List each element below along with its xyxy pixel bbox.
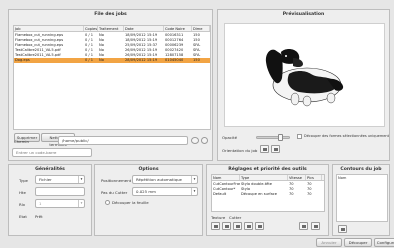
- options-title: Options: [138, 167, 159, 172]
- step-value: 0.025 mm: [136, 189, 156, 194]
- col-dim[interactable]: Dime: [192, 26, 210, 31]
- cut-sheet-label: Découper la feuille: [112, 200, 149, 205]
- tool-up-icon[interactable]: [299, 222, 308, 230]
- contour-toggle-icon[interactable]: [338, 225, 347, 233]
- tools-table: Nom Type Vitesse Pics CutContourFrameSty…: [211, 174, 325, 212]
- refresh-icon[interactable]: [201, 137, 208, 144]
- tools-panel: Réglages et priorité des outils Nom Type…: [206, 164, 329, 236]
- tool-cell: 70: [289, 192, 294, 196]
- contours-col-name[interactable]: Nom: [338, 176, 346, 180]
- tool-cell: 70: [307, 192, 312, 196]
- tool-pen-icon[interactable]: [211, 222, 220, 230]
- path-field[interactable]: /home/public/: [58, 136, 188, 145]
- opacity-label: Opacité: [222, 135, 238, 140]
- rows-label: Rlx: [19, 202, 26, 207]
- shapes-only-label: Découper des formes sélectionnées unique…: [304, 134, 389, 138]
- height-label: Hte: [19, 190, 26, 195]
- job-cell: Dog.eps: [15, 58, 30, 62]
- job-table-body: Flamebox_cut_running.eps 0 / 1 No 18/09/201…: [14, 33, 210, 128]
- state-value: Prêt: [35, 214, 43, 219]
- job-cell: 28/09/2012 15:19: [125, 58, 158, 62]
- chevron-down-icon: ▾: [78, 200, 84, 207]
- tool-drill-icon[interactable]: [255, 222, 264, 230]
- dog-image: [265, 49, 344, 107]
- browse-icon[interactable]: [191, 137, 199, 144]
- chevron-down-icon: ▾: [191, 176, 197, 183]
- general-panel: Généralités Type Fichier ▾ Hte Rlx 1 ▾ E…: [8, 164, 92, 236]
- tools-col-speed[interactable]: Vitesse: [288, 175, 306, 180]
- job-cell: No: [99, 58, 104, 62]
- cut-sheet-checkbox[interactable]: [105, 200, 110, 205]
- type-label: Type: [19, 178, 28, 183]
- height-field[interactable]: [35, 187, 85, 196]
- tool-cell: Default: [213, 192, 227, 196]
- shapes-checkbox[interactable]: [297, 134, 302, 139]
- col-processing[interactable]: Traitement: [98, 26, 124, 31]
- job-cell: 0 / 1: [85, 58, 94, 62]
- state-label: Etat: [19, 214, 27, 219]
- preview-panel: Prévisualisation Opacité Découper des fo…: [217, 9, 390, 161]
- texture-label: Texture: [211, 215, 226, 220]
- tool-crease-icon[interactable]: [233, 222, 242, 230]
- tools-table-body: CutContourFrameStylo double-tête7070CutC…: [212, 182, 324, 207]
- cut-button[interactable]: Découper: [344, 238, 372, 247]
- contours-panel: Contours du job Nom: [332, 164, 390, 236]
- configure-button[interactable]: Configurer: [374, 238, 394, 247]
- positioning-select[interactable]: Répétition automatique ▾: [132, 175, 198, 184]
- contours-list[interactable]: Nom: [336, 174, 388, 222]
- tool-row[interactable]: Default Découpe en surface 70 70: [212, 192, 324, 197]
- tools-col-pics[interactable]: Pics: [306, 175, 322, 180]
- opacity-slider[interactable]: [256, 136, 290, 139]
- tool-down-icon[interactable]: [311, 222, 320, 230]
- chevron-down-icon: ▾: [78, 176, 84, 183]
- tools-title: Réglages et priorité des outils: [228, 167, 307, 172]
- job-cell: 150: [193, 58, 200, 62]
- rows-select[interactable]: 1 ▾: [35, 199, 85, 208]
- step-select[interactable]: 0.025 mm ▾: [132, 187, 198, 196]
- job-queue-title: File des jobs: [94, 12, 127, 17]
- rows-value: 1: [39, 201, 42, 206]
- barcode-input[interactable]: Entrer un code-barre: [12, 148, 92, 157]
- cutter-label: Cutter: [229, 215, 242, 220]
- job-row[interactable]: Dog.eps 0 / 1 No 28/09/2012 15:19 01045040 15…: [14, 58, 210, 63]
- type-value: Fichier: [39, 177, 52, 182]
- type-select[interactable]: Fichier ▾: [35, 175, 85, 184]
- general-title: Généralités: [35, 167, 65, 172]
- tools-col-name[interactable]: Nom: [212, 175, 240, 180]
- path-label: Chemin: [14, 139, 29, 144]
- tools-col-type[interactable]: Type: [240, 175, 288, 180]
- contours-title: Contours du job: [340, 167, 382, 172]
- orientation-label: Orientation du job: [222, 148, 258, 153]
- cancel-button[interactable]: Annuler: [316, 238, 342, 247]
- job-cell: 01045040: [165, 58, 184, 62]
- tools-table-header: Nom Type Vitesse Pics: [212, 175, 324, 181]
- tool-cell: Découpe en surface: [241, 192, 277, 196]
- positioning-value: Répétition automatique: [136, 177, 182, 182]
- job-table-header: Job Copies Traitement Date Code Noire Di…: [14, 26, 210, 32]
- preview-title: Prévisualisation: [282, 12, 325, 17]
- col-copies[interactable]: Copies: [84, 26, 98, 31]
- col-date[interactable]: Date: [124, 26, 164, 31]
- chevron-down-icon: ▾: [191, 188, 197, 195]
- step-label: Pas du Cutter: [101, 190, 128, 195]
- positioning-label: Positionnement: [101, 178, 132, 183]
- orientation-icon[interactable]: [260, 145, 269, 153]
- col-code[interactable]: Code Noire: [164, 26, 192, 31]
- tool-knife-icon[interactable]: [222, 222, 231, 230]
- options-panel: Options Positionnement Répétition automa…: [94, 164, 203, 236]
- preview-canvas[interactable]: [224, 23, 385, 127]
- opacity-slider-handle[interactable]: [278, 134, 283, 141]
- col-job[interactable]: Job: [14, 26, 84, 31]
- rotate-icon[interactable]: [271, 145, 280, 153]
- job-table: Job Copies Traitement Date Code Noire Di…: [13, 25, 211, 130]
- tool-perforate-icon[interactable]: [244, 222, 253, 230]
